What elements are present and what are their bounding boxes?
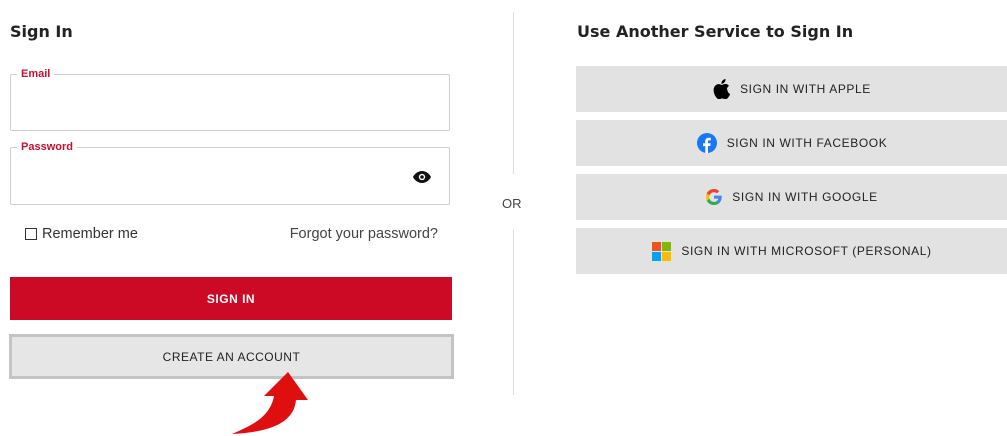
divider-line-top bbox=[513, 12, 514, 174]
email-input[interactable] bbox=[11, 75, 449, 130]
microsoft-icon bbox=[652, 241, 672, 261]
apple-icon bbox=[713, 79, 731, 99]
apple-signin-label: SIGN IN WITH APPLE bbox=[740, 82, 871, 96]
google-signin-button[interactable]: SIGN IN WITH GOOGLE bbox=[576, 174, 1007, 220]
eye-icon[interactable] bbox=[413, 171, 431, 183]
sign-in-button[interactable]: SIGN IN bbox=[10, 277, 452, 320]
forgot-password-link[interactable]: Forgot your password? bbox=[290, 226, 438, 242]
google-signin-label: SIGN IN WITH GOOGLE bbox=[732, 190, 878, 204]
microsoft-signin-label: SIGN IN WITH MICROSOFT (PERSONAL) bbox=[681, 244, 932, 258]
facebook-signin-button[interactable]: SIGN IN WITH FACEBOOK bbox=[576, 120, 1007, 166]
or-label: OR bbox=[502, 196, 522, 211]
apple-signin-button[interactable]: SIGN IN WITH APPLE bbox=[576, 66, 1007, 112]
facebook-signin-label: SIGN IN WITH FACEBOOK bbox=[726, 136, 888, 150]
remember-me-label: Remember me bbox=[42, 226, 138, 242]
email-field[interactable]: Email bbox=[10, 68, 450, 131]
remember-me-checkbox[interactable]: Remember me bbox=[25, 226, 138, 242]
password-input[interactable] bbox=[11, 148, 449, 204]
password-field[interactable]: Password bbox=[10, 141, 450, 205]
checkbox-box[interactable] bbox=[25, 228, 37, 240]
microsoft-signin-button[interactable]: SIGN IN WITH MICROSOFT (PERSONAL) bbox=[576, 228, 1007, 274]
google-icon bbox=[706, 189, 722, 205]
divider-line-bottom bbox=[513, 230, 514, 395]
signin-heading: Sign In bbox=[10, 22, 73, 41]
facebook-icon bbox=[696, 133, 717, 153]
curved-arrow-icon bbox=[232, 372, 308, 434]
services-heading: Use Another Service to Sign In bbox=[577, 22, 854, 41]
